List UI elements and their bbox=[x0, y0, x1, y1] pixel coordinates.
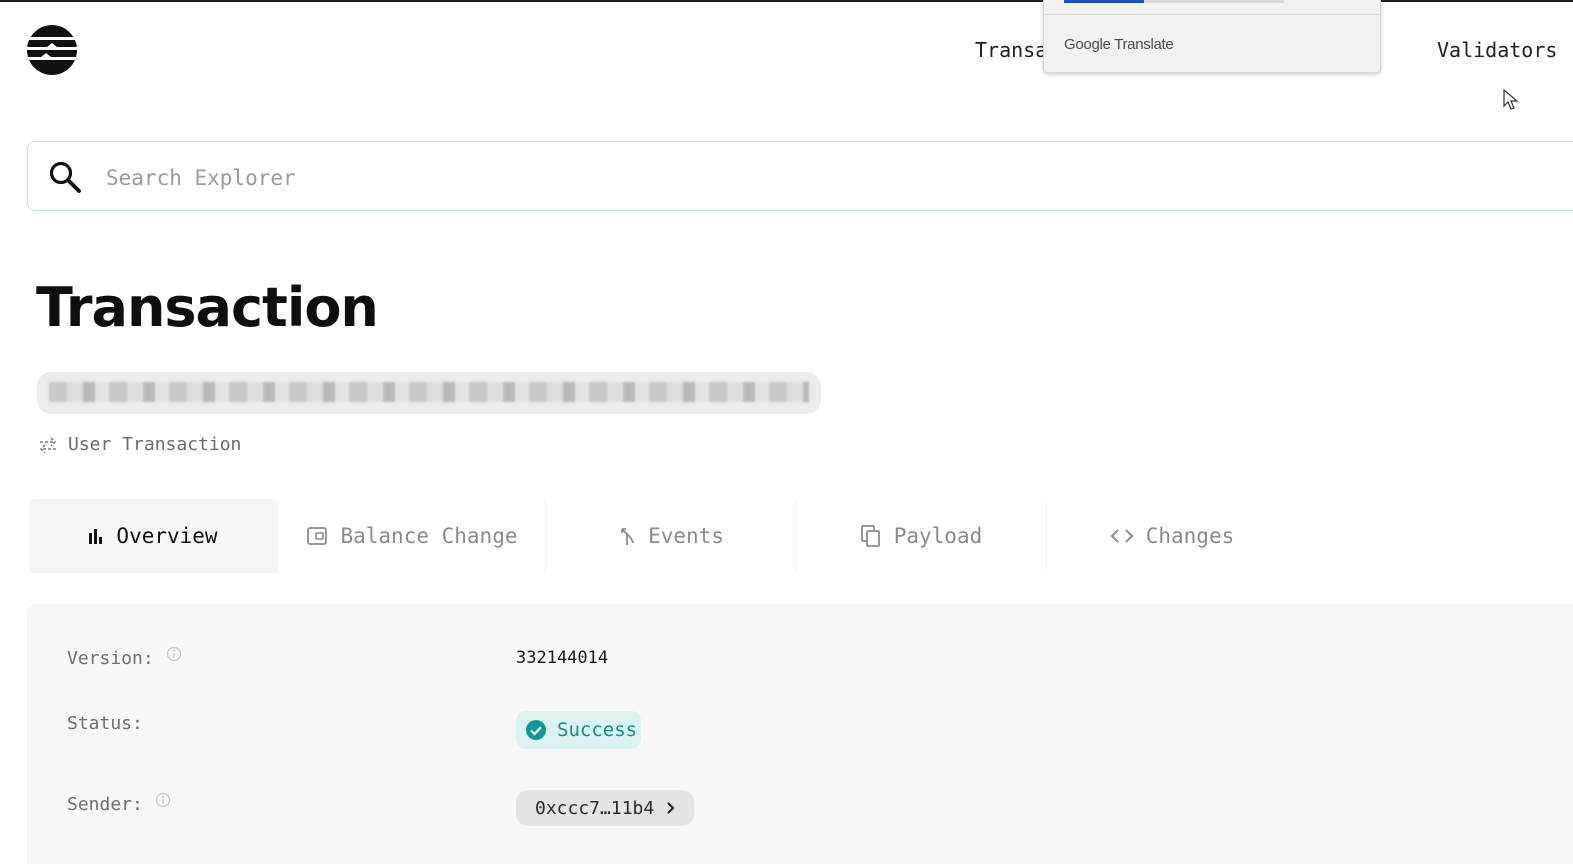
transaction-type: User Transaction bbox=[38, 434, 241, 455]
tab-overview-label: Overview bbox=[116, 524, 218, 548]
google-translate-brand: Google Translate bbox=[1064, 36, 1174, 53]
sender-address: 0xccc7…11b4 bbox=[535, 797, 655, 819]
tab-events[interactable]: Events bbox=[547, 499, 795, 573]
version-value: 332144014 bbox=[516, 648, 609, 668]
tab-balance-change[interactable]: Balance Change bbox=[278, 499, 546, 573]
sender-label-row: Sender: bbox=[67, 792, 171, 815]
translate-divider bbox=[1044, 14, 1380, 15]
translate-progress-bar bbox=[1064, 0, 1144, 3]
chevron-right-icon bbox=[667, 802, 675, 814]
sender-label: Sender: bbox=[67, 794, 143, 815]
tab-payload[interactable]: Payload bbox=[796, 499, 1046, 573]
nav-transactions-link[interactable]: Transa bbox=[975, 38, 1047, 62]
bar-chart-icon bbox=[89, 529, 103, 544]
status-value: Success bbox=[557, 719, 638, 741]
merge-arrow-icon bbox=[621, 528, 634, 545]
overview-panel: Version: 332144014 Status: Success Sende… bbox=[27, 604, 1573, 864]
status-label: Status: bbox=[67, 713, 143, 734]
swap-arrows-icon bbox=[39, 437, 57, 454]
code-brackets-icon bbox=[1110, 529, 1134, 543]
tab-events-label: Events bbox=[648, 524, 724, 548]
translate-track bbox=[1144, 0, 1284, 3]
wallet-icon bbox=[307, 527, 328, 545]
page-title: Transaction bbox=[36, 276, 379, 339]
transaction-hash-redacted[interactable] bbox=[37, 372, 821, 414]
blurred-hash-text bbox=[49, 382, 809, 402]
google-translate-popup[interactable]: Google Translate bbox=[1043, 0, 1381, 73]
tab-payload-label: Payload bbox=[893, 524, 983, 548]
info-icon[interactable] bbox=[166, 646, 182, 662]
version-label: Version: bbox=[67, 648, 154, 669]
search-input[interactable] bbox=[104, 158, 1308, 198]
transaction-tabs: Overview Balance Change Events Payload C… bbox=[29, 499, 1269, 573]
transaction-type-label: User Transaction bbox=[68, 434, 242, 455]
check-circle-icon bbox=[526, 720, 546, 740]
nav-validators-link[interactable]: Validators bbox=[1437, 38, 1557, 62]
version-label-row: Version: bbox=[67, 646, 182, 669]
sender-address-link[interactable]: 0xccc7…11b4 bbox=[516, 790, 694, 826]
info-icon[interactable] bbox=[155, 792, 171, 808]
tab-overview[interactable]: Overview bbox=[29, 499, 277, 573]
tab-changes[interactable]: Changes bbox=[1047, 499, 1297, 573]
copy-pages-icon bbox=[860, 525, 880, 547]
tab-balance-change-label: Balance Change bbox=[340, 524, 518, 548]
tab-changes-label: Changes bbox=[1145, 524, 1235, 548]
mouse-pointer-icon bbox=[1503, 89, 1519, 110]
aptos-logo-icon[interactable] bbox=[27, 25, 77, 75]
status-badge: Success bbox=[516, 711, 641, 749]
search-icon[interactable] bbox=[48, 160, 82, 194]
search-bar[interactable] bbox=[27, 141, 1573, 211]
